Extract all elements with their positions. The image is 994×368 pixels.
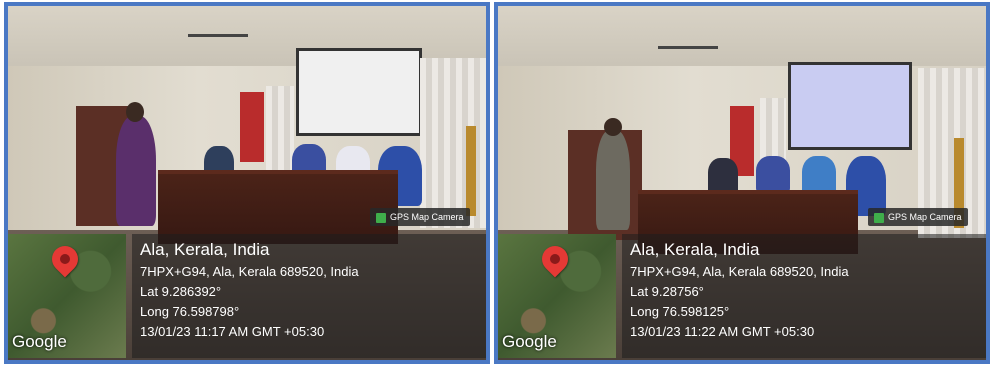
location-info: Ala, Kerala, India 7HPX+G94, Ala, Kerala… bbox=[132, 234, 486, 358]
map-thumbnail: Google bbox=[8, 234, 126, 358]
longitude: Long 76.598798° bbox=[140, 304, 240, 319]
gps-camera-badge: GPS Map Camera bbox=[370, 208, 470, 226]
map-provider-label: Google bbox=[12, 332, 67, 351]
photo-left: GPS Map Camera Google Ala, Kerala, India… bbox=[4, 2, 490, 364]
curtain-small bbox=[266, 86, 294, 176]
speaker-person bbox=[596, 130, 630, 230]
ceiling-fan bbox=[188, 34, 248, 37]
speaker-head bbox=[126, 102, 144, 122]
red-banner bbox=[240, 92, 264, 162]
curtain bbox=[420, 58, 486, 228]
longitude: Long 76.598125° bbox=[630, 304, 730, 319]
place-name: Ala, Kerala, India bbox=[140, 240, 270, 259]
address: 7HPX+G94, Ala, Kerala 689520, India bbox=[140, 264, 359, 279]
gps-camera-icon bbox=[874, 212, 884, 223]
timestamp: 13/01/23 11:22 AM GMT +05:30 bbox=[630, 324, 815, 339]
map-provider-label: Google bbox=[502, 332, 557, 351]
brass-lamp bbox=[466, 126, 476, 216]
address: 7HPX+G94, Ala, Kerala 689520, India bbox=[630, 264, 849, 279]
gps-camera-icon bbox=[376, 212, 386, 223]
latitude: Lat 9.28756° bbox=[630, 284, 704, 299]
projector-screen bbox=[296, 48, 422, 136]
speaker-head bbox=[604, 118, 622, 136]
projector-screen bbox=[788, 62, 912, 150]
map-thumbnail: Google bbox=[498, 234, 616, 358]
map-pin-icon bbox=[46, 240, 84, 278]
location-info: Ala, Kerala, India 7HPX+G94, Ala, Kerala… bbox=[622, 234, 986, 358]
map-pin-icon bbox=[536, 240, 574, 278]
gps-camera-badge: GPS Map Camera bbox=[868, 208, 968, 226]
latitude: Lat 9.286392° bbox=[140, 284, 222, 299]
place-name: Ala, Kerala, India bbox=[630, 240, 760, 259]
timestamp: 13/01/23 11:17 AM GMT +05:30 bbox=[140, 324, 325, 339]
ceiling-fan bbox=[658, 46, 718, 49]
head-table bbox=[158, 170, 398, 244]
seated-person bbox=[708, 158, 738, 194]
seated-person bbox=[756, 156, 790, 192]
speaker-person bbox=[116, 116, 156, 226]
photo-right: GPS Map Camera Google Ala, Kerala, India… bbox=[494, 2, 990, 364]
